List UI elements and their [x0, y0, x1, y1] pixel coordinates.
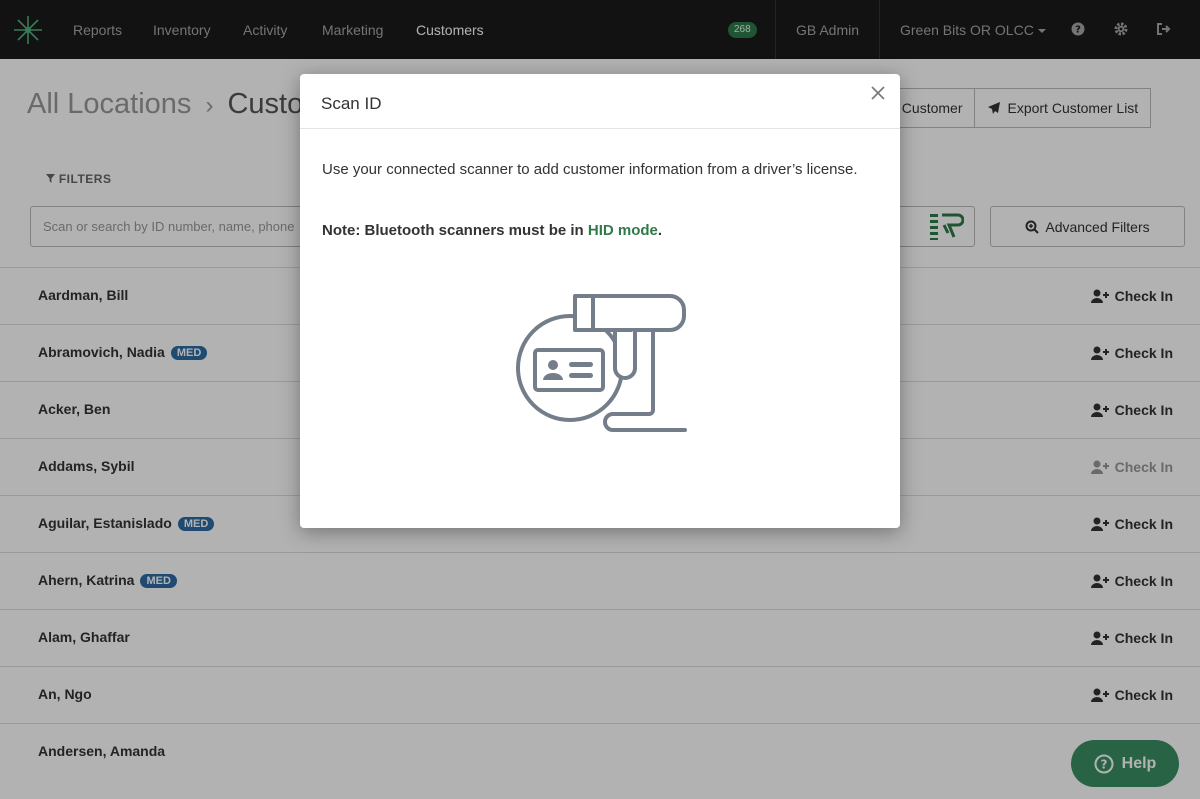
- note-suffix: .: [657, 222, 663, 239]
- note-prefix: Note: Bluetooth scanners must be in: [322, 222, 584, 239]
- close-icon[interactable]: [870, 85, 886, 101]
- modal-title: Scan ID: [321, 94, 382, 113]
- modal-note: Note: Bluetooth scanners must be in HID …: [322, 222, 662, 239]
- modal-header: Scan ID: [300, 74, 900, 129]
- modal-description: Use your connected scanner to add custom…: [322, 161, 858, 178]
- scan-id-modal: Scan ID Use your connected scanner to ad…: [300, 74, 900, 528]
- hid-mode-link[interactable]: HID mode: [588, 222, 658, 239]
- id-scanner-illustration: [516, 294, 687, 432]
